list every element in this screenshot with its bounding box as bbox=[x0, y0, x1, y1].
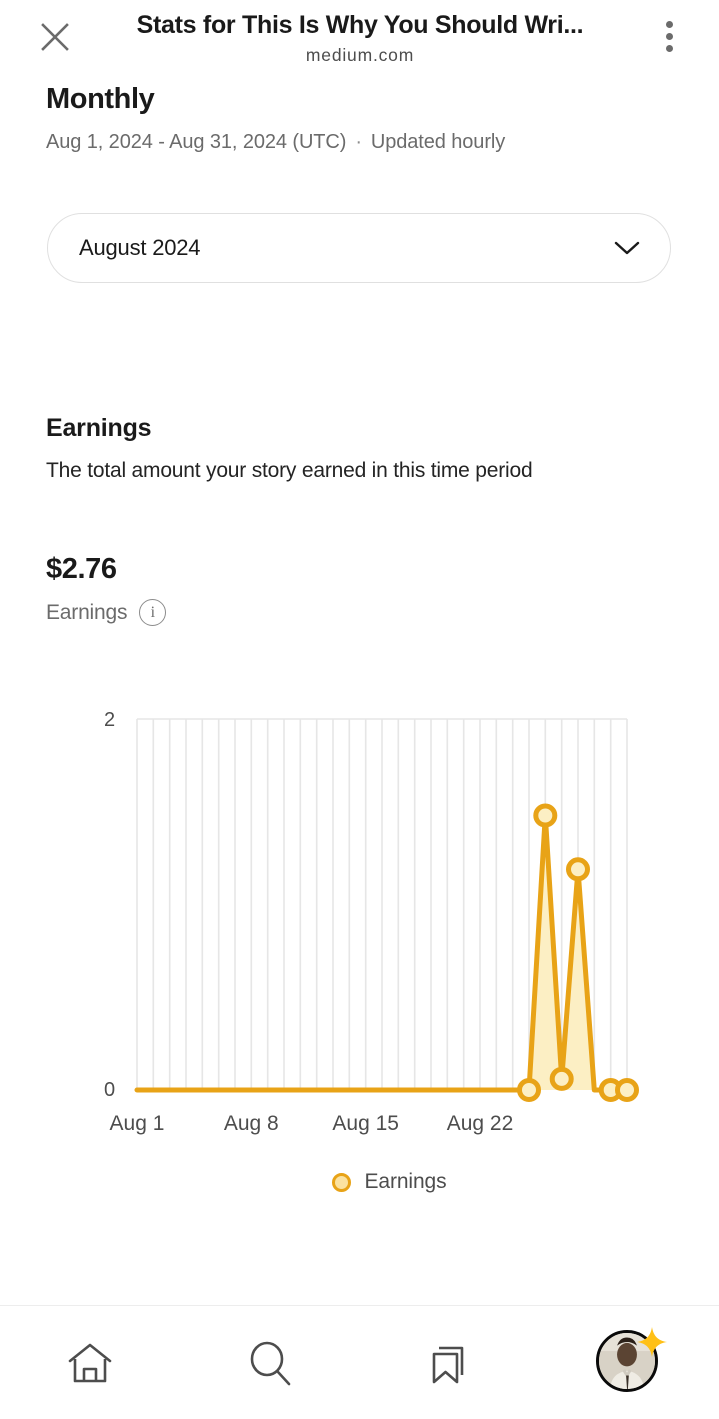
chart-legend: Earnings bbox=[0, 1170, 719, 1194]
earnings-chart: 2 0 Aug 1 Aug 8 Aug 15 Aug 22 Earnings bbox=[0, 700, 719, 1193]
period-date-range: Aug 1, 2024 - Aug 31, 2024 (UTC) bbox=[46, 131, 347, 153]
month-select-value: August 2024 bbox=[79, 235, 201, 260]
bookmark-icon bbox=[433, 1346, 464, 1383]
period-subtitle: Aug 1, 2024 - Aug 31, 2024 (UTC) · Updated… bbox=[46, 131, 505, 154]
stats-page: Stats for This Is Why You Should Wri... … bbox=[0, 0, 719, 1419]
y-axis-min-label: 0 bbox=[104, 1079, 116, 1101]
legend-marker-icon bbox=[332, 1172, 352, 1192]
search-icon bbox=[250, 1341, 290, 1385]
nav-search[interactable] bbox=[180, 1306, 360, 1419]
bottom-navigation bbox=[0, 1306, 719, 1419]
close-icon bbox=[41, 23, 69, 51]
chevron-down-icon bbox=[614, 241, 640, 255]
earnings-label-row: Earnings i bbox=[46, 599, 167, 626]
x-axis-tick-label: Aug 22 bbox=[446, 1112, 514, 1135]
nav-bookmarks[interactable] bbox=[360, 1306, 540, 1419]
period-updated: Updated hourly bbox=[370, 131, 506, 153]
earnings-metric-label: Earnings bbox=[46, 600, 128, 624]
page-title: Stats for This Is Why You Should Wri... bbox=[136, 11, 584, 39]
x-axis-tick-label: Aug 8 bbox=[223, 1112, 279, 1135]
earnings-section-title: Earnings bbox=[46, 414, 152, 442]
avatar-wrapper bbox=[596, 1326, 668, 1396]
legend-label: Earnings bbox=[364, 1170, 447, 1193]
nav-profile[interactable] bbox=[539, 1306, 719, 1419]
period-separator: · bbox=[355, 131, 362, 153]
home-icon bbox=[68, 1343, 112, 1382]
kebab-menu-icon bbox=[665, 32, 673, 40]
overflow-menu-button[interactable] bbox=[647, 12, 691, 60]
earnings-amount: $2.76 bbox=[46, 553, 117, 585]
kebab-menu-icon bbox=[665, 44, 673, 52]
x-axis-tick-label: Aug 1 bbox=[109, 1112, 165, 1135]
close-button[interactable] bbox=[31, 13, 79, 61]
nav-home[interactable] bbox=[0, 1306, 180, 1419]
info-icon[interactable]: i bbox=[139, 599, 167, 626]
month-select-dropdown[interactable]: August 2024 bbox=[47, 213, 671, 283]
page-domain: medium.com bbox=[305, 45, 415, 65]
star-badge-icon bbox=[637, 1326, 668, 1357]
period-heading: Monthly bbox=[46, 83, 155, 115]
x-axis-tick-label: Aug 15 bbox=[332, 1112, 399, 1135]
kebab-menu-icon bbox=[665, 20, 673, 28]
y-axis-max-label: 2 bbox=[104, 709, 116, 731]
earnings-chart-svg bbox=[134, 718, 639, 1102]
page-header: Stats for This Is Why You Should Wri... … bbox=[0, 0, 719, 80]
earnings-description: The total amount your story earned in th… bbox=[46, 459, 533, 482]
header-title-group: Stats for This Is Why You Should Wri... … bbox=[100, 10, 620, 68]
